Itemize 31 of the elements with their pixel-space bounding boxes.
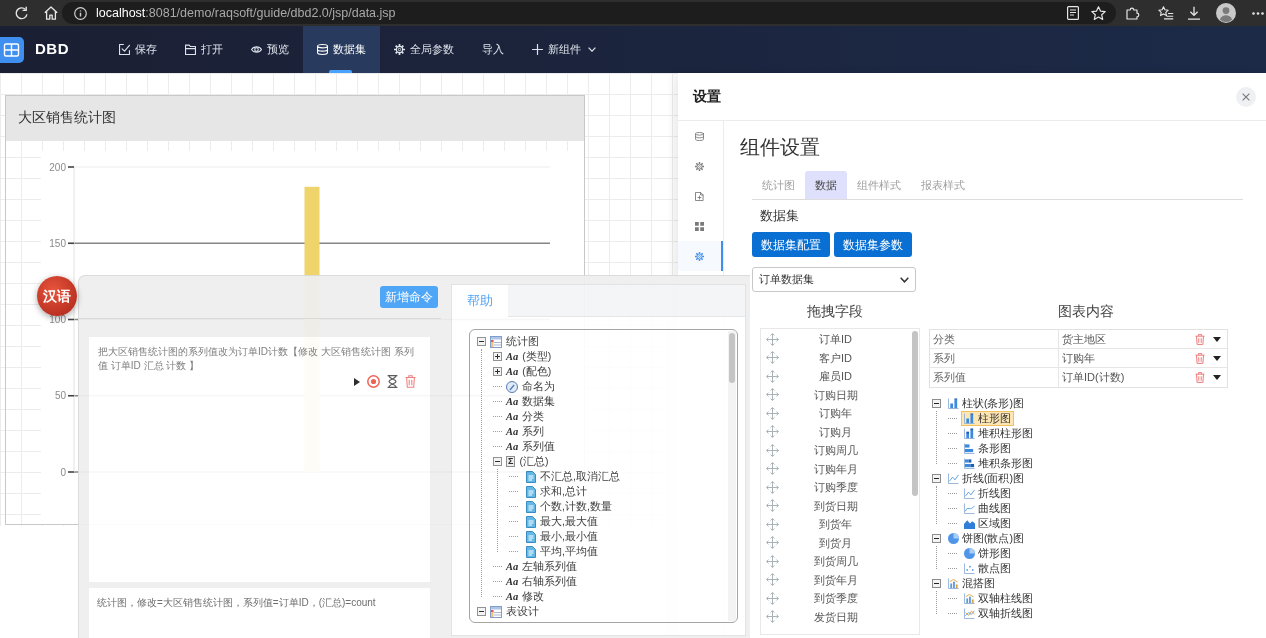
section-title: 数据集	[760, 207, 800, 225]
text-style-icon: Aa	[506, 411, 519, 422]
text-style-icon: Aa	[506, 351, 519, 362]
axis-label: 150	[49, 237, 66, 249]
panel-heading: 组件设置	[740, 135, 821, 160]
text-style-icon: Aa	[506, 366, 519, 377]
text-style-icon: Aa	[506, 591, 519, 602]
command-text: 把大区销售统计图的系列值改为订单ID计数【修改 大区销售统计图 系列值 订单ID 汇总 计数 】	[98, 345, 415, 373]
field-value: 货主地区	[1062, 331, 1107, 347]
column-heading: 拖拽字段	[806, 303, 864, 321]
url-text: localhost:8081/demo/raqsoft/guide/dbd2.0/jsp/data.jsp	[96, 4, 396, 22]
sigma-icon: Σ	[506, 456, 516, 467]
field-value: 订单ID(计数)	[1062, 370, 1126, 386]
axis-label: 200	[49, 161, 66, 173]
chart-title: 大区销售统计图	[18, 109, 116, 128]
text-style-icon: Aa	[506, 576, 519, 587]
axis-label: 100	[49, 314, 66, 325]
column-heading: 图表内容	[1056, 303, 1115, 321]
text-style-icon: Aa	[506, 441, 519, 452]
drawer-title: 设置	[693, 87, 721, 106]
text-style-icon: Aa	[506, 396, 519, 407]
text-style-icon: Aa	[506, 426, 519, 437]
row-label: 分类	[933, 331, 955, 347]
output-text: 统计图，修改=大区销售统计图，系列值=订单ID，(汇总)=count	[97, 596, 377, 610]
field-value: 订购年	[1062, 350, 1096, 366]
axis-label: 0	[60, 466, 66, 478]
text-style-icon: Aa	[506, 561, 519, 572]
row-label: 系列	[933, 350, 955, 366]
axis-label: 50	[54, 390, 66, 402]
app-logo-text: DBD	[35, 39, 69, 60]
row-label: 系列值	[933, 370, 966, 386]
